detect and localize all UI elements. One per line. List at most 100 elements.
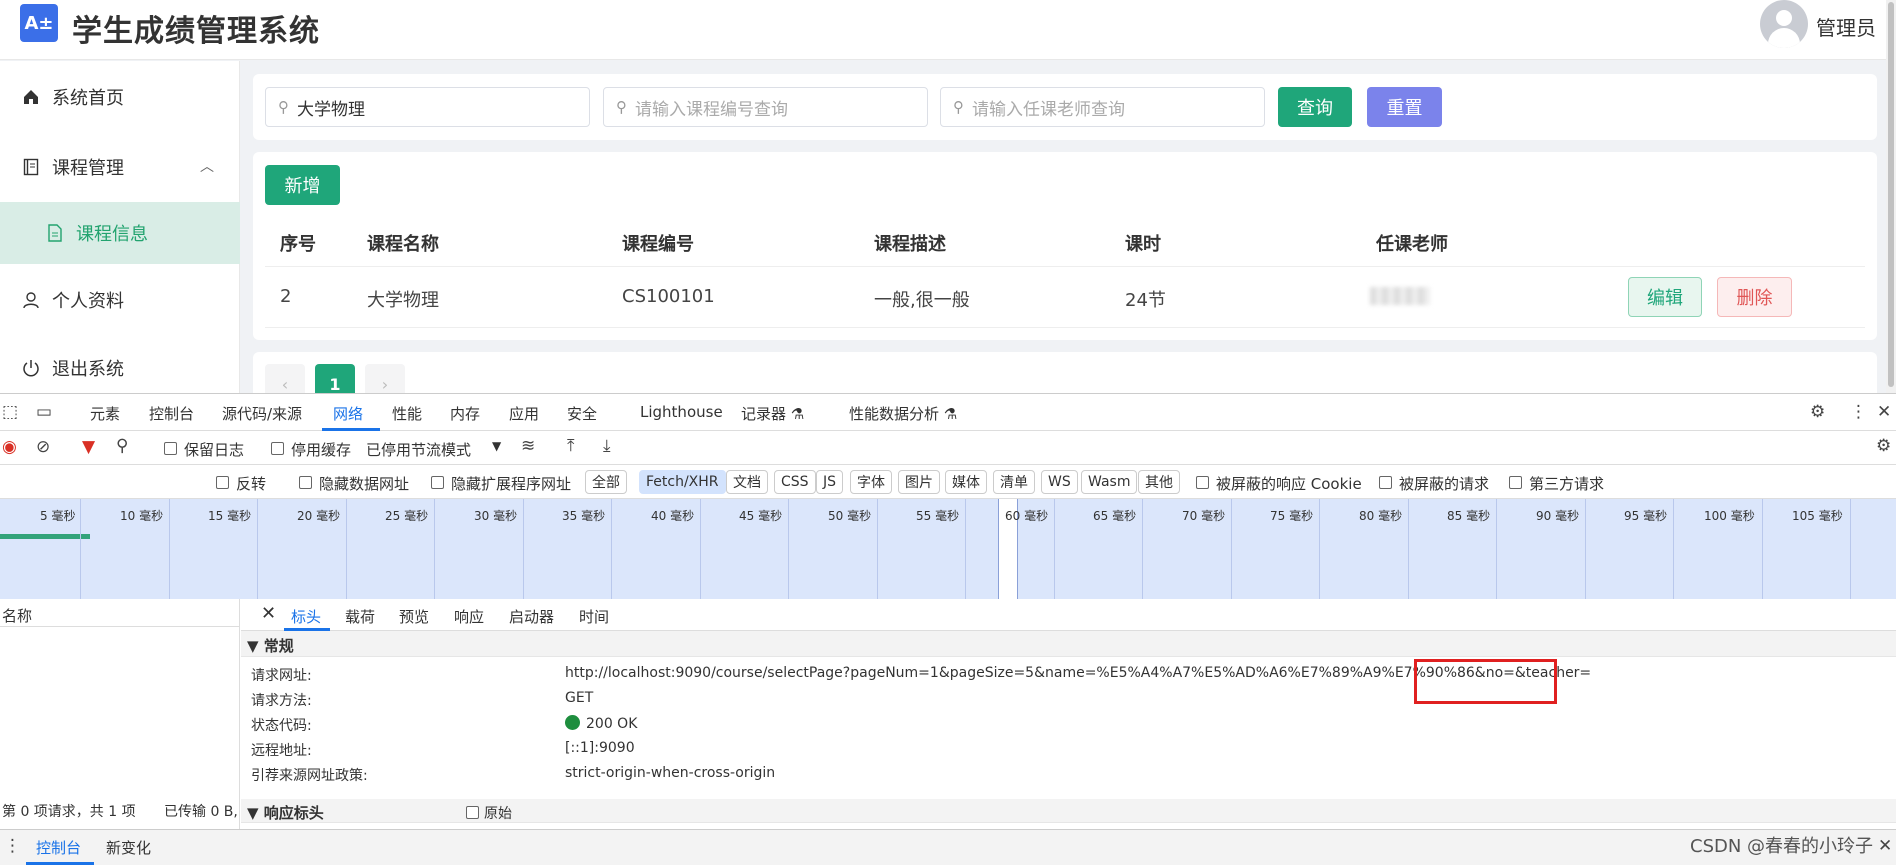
add-button[interactable]: 新增: [265, 165, 340, 205]
edit-button[interactable]: 编辑: [1628, 277, 1702, 317]
user-name[interactable]: 管理员: [1816, 12, 1876, 41]
filter-chip-manifest[interactable]: 清单: [993, 470, 1035, 494]
tab-initiator[interactable]: 启动器: [509, 606, 554, 627]
tab-memory[interactable]: 内存: [450, 403, 480, 424]
network-timeline[interactable]: 5 毫秒 10 毫秒 15 毫秒 20 毫秒 25 毫秒 30 毫秒 35 毫秒 40 毫秒 4…: [0, 499, 1896, 599]
inspect-icon[interactable]: ⬚: [2, 402, 18, 422]
course-no-search-input[interactable]: ⚲ 请输入课程编号查询: [603, 87, 928, 127]
preserve-log-checkbox[interactable]: [164, 442, 177, 455]
filter-chip-css[interactable]: CSS: [774, 470, 816, 494]
filter-chip-fetch-xhr[interactable]: Fetch/XHR: [639, 470, 726, 494]
raw-checkbox[interactable]: [466, 806, 479, 819]
network-conditions-icon[interactable]: ≋: [521, 436, 535, 456]
sidebar: 系统首页 课程管理 ︿ 课程信息 个人资料 退出系统: [0, 61, 240, 393]
sidebar-item-profile[interactable]: 个人资料: [0, 269, 240, 331]
drawer-tab-console[interactable]: 控制台: [36, 837, 81, 858]
general-section-header[interactable]: ▼ 常规: [241, 631, 1896, 657]
close-icon[interactable]: ✕: [1878, 836, 1892, 856]
tab-payload[interactable]: 载荷: [345, 606, 375, 627]
tab-recorder[interactable]: 记录器 ⚗: [741, 403, 804, 424]
settings-icon[interactable]: ⚙: [1876, 436, 1891, 456]
sidebar-item-course-management[interactable]: 课程管理 ︿: [0, 136, 240, 198]
filter-chip-doc[interactable]: 文档: [726, 470, 768, 494]
tab-performance-insights[interactable]: 性能数据分析 ⚗: [849, 403, 957, 424]
next-page-button[interactable]: ›: [365, 364, 405, 393]
hide-ext-urls-label: 隐藏扩展程序网址: [451, 475, 572, 493]
request-detail: ✕ 标头 载荷 预览 响应 启动器 时间 ▼ 常规 请求网址: http://l…: [241, 599, 1896, 829]
column-header-index: 序号: [280, 234, 316, 255]
request-url-key: 请求网址:: [251, 668, 312, 684]
tab-response[interactable]: 响应: [454, 606, 484, 627]
close-icon[interactable]: ✕: [1877, 402, 1891, 422]
hide-data-urls-checkbox[interactable]: [299, 476, 312, 489]
tab-application[interactable]: 应用: [509, 403, 539, 424]
timeline-gridline: [1408, 499, 1409, 599]
download-icon[interactable]: ⤓: [603, 436, 611, 456]
third-party-label: 第三方请求: [1529, 475, 1605, 493]
cell-name: 大学物理: [367, 290, 439, 311]
referrer-policy-value: strict-origin-when-cross-origin: [565, 765, 776, 781]
tab-lighthouse[interactable]: Lighthouse: [640, 403, 723, 421]
tab-sources[interactable]: 源代码/来源: [222, 403, 302, 424]
filter-chip-other[interactable]: 其他: [1138, 470, 1180, 494]
column-header-desc: 课程描述: [874, 234, 946, 255]
prev-page-button[interactable]: ‹: [265, 364, 305, 393]
sidebar-item-label: 退出系统: [52, 359, 124, 380]
filter-chip-all[interactable]: 全部: [585, 470, 627, 494]
reset-button[interactable]: 重置: [1367, 87, 1442, 127]
sidebar-item-course-info[interactable]: 课程信息: [0, 202, 240, 264]
upload-icon[interactable]: ⤒: [567, 436, 575, 456]
filter-chip-ws[interactable]: WS: [1041, 470, 1078, 494]
tab-performance[interactable]: 性能: [392, 403, 422, 424]
record-icon[interactable]: ◉: [2, 437, 17, 457]
close-detail-icon[interactable]: ✕: [261, 603, 276, 624]
blocked-cookies-checkbox[interactable]: [1196, 476, 1209, 489]
tab-elements[interactable]: 元素: [90, 403, 120, 424]
name-column-header[interactable]: 名称: [0, 599, 240, 627]
filter-chip-img[interactable]: 图片: [898, 470, 940, 494]
tab-console[interactable]: 控制台: [149, 403, 194, 424]
filter-chip-font[interactable]: 字体: [850, 470, 892, 494]
avatar[interactable]: [1760, 0, 1808, 48]
gear-icon[interactable]: ⚙: [1810, 402, 1825, 422]
search-icon[interactable]: ⚲: [116, 436, 128, 456]
timeline-request-bar: [0, 534, 90, 539]
app-title: 学生成绩管理系统: [72, 14, 320, 49]
throttle-select[interactable]: 已停用节流模式: [366, 439, 471, 460]
tab-preview[interactable]: 预览: [399, 606, 429, 627]
filter-icon[interactable]: ▼: [82, 437, 95, 457]
filter-chip-media[interactable]: 媒体: [945, 470, 987, 494]
filter-chip-js[interactable]: JS: [816, 470, 844, 494]
teacher-search-input[interactable]: ⚲ 请输入任课老师查询: [940, 87, 1265, 127]
more-icon[interactable]: ⋮: [4, 836, 21, 856]
query-button[interactable]: 查询: [1278, 87, 1352, 127]
page-1-button[interactable]: 1: [315, 364, 355, 393]
tab-headers[interactable]: 标头: [291, 606, 321, 627]
hide-ext-urls-checkbox[interactable]: [431, 476, 444, 489]
drawer-tab-changes[interactable]: 新变化: [106, 837, 151, 858]
home-icon: [20, 86, 42, 108]
disable-cache-checkbox[interactable]: [271, 442, 284, 455]
timeline-tick-label: 35 毫秒: [562, 509, 606, 523]
delete-button[interactable]: 删除: [1717, 277, 1792, 317]
course-name-search-input[interactable]: ⚲ 大学物理: [265, 87, 590, 127]
sidebar-item-logout[interactable]: 退出系统: [0, 337, 240, 393]
invert-checkbox[interactable]: [216, 476, 229, 489]
detail-tab-bar: ✕ 标头 载荷 预览 响应 启动器 时间: [241, 599, 1896, 631]
tab-network[interactable]: 网络: [333, 403, 363, 424]
sidebar-item-home[interactable]: 系统首页: [0, 66, 240, 128]
device-toolbar-icon[interactable]: ▭: [36, 402, 52, 422]
blocked-requests-checkbox[interactable]: [1379, 476, 1392, 489]
filter-chip-wasm[interactable]: Wasm: [1081, 470, 1138, 494]
clear-icon[interactable]: ⊘: [36, 437, 50, 457]
page-scrollbar[interactable]: [1886, 0, 1896, 393]
chevron-down-icon[interactable]: ▼: [492, 439, 501, 453]
blocked-requests-label: 被屏蔽的请求: [1399, 475, 1490, 493]
sidebar-item-label: 系统首页: [52, 88, 124, 109]
third-party-checkbox[interactable]: [1509, 476, 1522, 489]
tab-security[interactable]: 安全: [567, 403, 597, 424]
tab-timing[interactable]: 时间: [579, 606, 609, 627]
request-method-value: GET: [565, 690, 594, 706]
invert-label: 反转: [236, 475, 267, 493]
more-icon[interactable]: ⋮: [1850, 402, 1867, 422]
